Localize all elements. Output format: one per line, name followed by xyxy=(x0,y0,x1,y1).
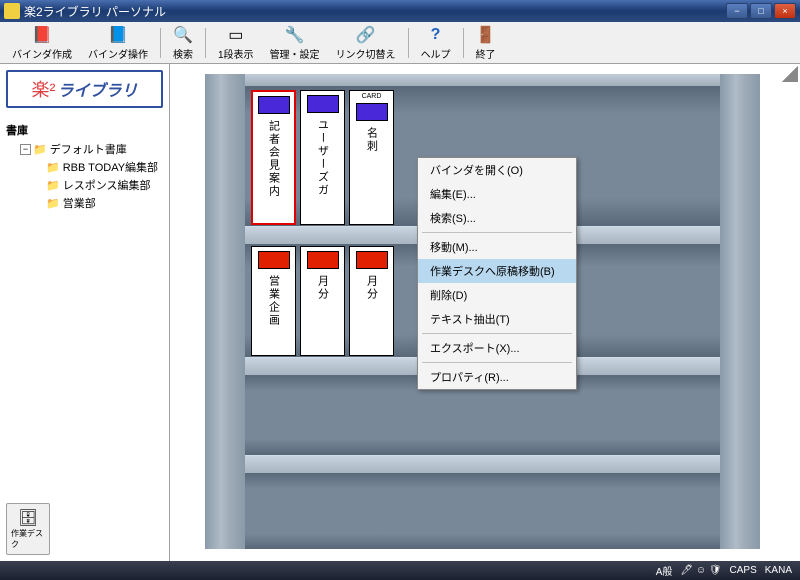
menu-move[interactable]: 移動(M)... xyxy=(418,235,576,259)
binder-r2-1[interactable]: 月分 xyxy=(300,246,345,356)
tree-header: 書庫 xyxy=(2,120,167,140)
sidebar: 楽² ライブラリ 書庫 − 📁 デフォルト書庫 📁RBB TODAY編集部 📁レ… xyxy=(0,64,170,561)
app-icon xyxy=(4,3,20,19)
ime-status[interactable]: A般 xyxy=(656,563,673,578)
binder-title: 記者会見案内 xyxy=(266,120,282,198)
toolbar-separator xyxy=(160,28,161,58)
binder-0[interactable]: 記者会見案内 xyxy=(251,90,296,225)
tree-leaf-2[interactable]: 📁営業部 xyxy=(2,194,167,212)
tree-leaf-0[interactable]: 📁RBB TODAY編集部 xyxy=(2,158,167,176)
menu-search[interactable]: 検索(S)... xyxy=(418,206,576,230)
binder-1[interactable]: ユーザーズガ xyxy=(300,90,345,225)
binder-colortab xyxy=(307,251,339,269)
shelf-area: 記者会見案内 ユーザーズガ CARD 名刺 営業企画 xyxy=(170,64,800,561)
help-button[interactable]: ?ヘルプ xyxy=(415,23,457,63)
shelf-back-4 xyxy=(245,473,720,549)
tree-root-label: デフォルト書庫 xyxy=(50,141,127,157)
link-button[interactable]: 🔗リンク切替え xyxy=(330,23,402,63)
create-icon: 📕 xyxy=(32,25,52,45)
binder-title: 月分 xyxy=(315,275,331,301)
operate-binder-button[interactable]: 📘バインダ操作 xyxy=(82,23,154,63)
binder-title: ユーザーズガ xyxy=(315,119,331,197)
toolbar-separator xyxy=(205,28,206,58)
window-titlebar: 楽2ライブラリ パーソナル − □ × xyxy=(0,0,800,22)
caps-status: CAPS xyxy=(730,565,757,576)
menu-movedesk[interactable]: 作業デスクへ原稿移動(B) xyxy=(418,259,576,283)
menu-separator xyxy=(422,362,572,363)
folder-icon: 📁 xyxy=(46,179,60,192)
binder-title: 月分 xyxy=(364,275,380,301)
taskbar: A般 🖊 ☺ 🛡 CAPS KANA xyxy=(0,561,800,580)
menu-separator xyxy=(422,232,572,233)
display-button[interactable]: ▭1段表示 xyxy=(212,23,260,63)
maximize-button[interactable]: □ xyxy=(750,3,772,19)
menu-delete[interactable]: 削除(D) xyxy=(418,283,576,307)
shelf-plate-3 xyxy=(245,455,720,473)
cabinet-side-right xyxy=(720,74,760,549)
menu-open[interactable]: バインダを開く(O) xyxy=(418,158,576,182)
kana-status: KANA xyxy=(765,565,792,576)
logo-star-icon: 楽² xyxy=(31,76,55,102)
menu-separator xyxy=(422,333,572,334)
minimize-button[interactable]: − xyxy=(726,3,748,19)
menu-extract[interactable]: テキスト抽出(T) xyxy=(418,307,576,331)
cabinet-top xyxy=(245,74,720,86)
tree-leaf-1[interactable]: 📁レスポンス編集部 xyxy=(2,176,167,194)
exit-icon: 🚪 xyxy=(476,25,496,45)
binder-r2-0[interactable]: 営業企画 xyxy=(251,246,296,356)
binder-colortab xyxy=(356,103,388,121)
collapse-icon[interactable]: − xyxy=(20,144,31,155)
binder-colortab xyxy=(307,95,339,113)
card-label: CARD xyxy=(362,93,382,100)
operate-icon: 📘 xyxy=(108,25,128,45)
exit-button[interactable]: 🚪終了 xyxy=(470,23,502,63)
desk-icon: 🗄 xyxy=(18,508,38,528)
search-button[interactable]: 🔍検索 xyxy=(167,23,199,63)
search-icon: 🔍 xyxy=(173,25,193,45)
folder-icon: 📁 xyxy=(46,161,60,174)
toolbar-separator xyxy=(408,28,409,58)
window-title: 楽2ライブラリ パーソナル xyxy=(24,3,724,20)
toolbar-separator xyxy=(463,28,464,58)
binder-title: 名刺 xyxy=(364,127,380,153)
binder-title: 営業企画 xyxy=(266,275,282,327)
binder-2[interactable]: CARD 名刺 xyxy=(349,90,394,225)
folder-icon: 📁 xyxy=(46,197,60,210)
menu-export[interactable]: エクスポート(X)... xyxy=(418,336,576,360)
binder-r2-2[interactable]: 月分 xyxy=(349,246,394,356)
toolbar: 📕バインダ作成 📘バインダ操作 🔍検索 ▭1段表示 🔧管理・設定 🔗リンク切替え… xyxy=(0,22,800,64)
folder-icon: 📁 xyxy=(33,143,47,156)
create-binder-button[interactable]: 📕バインダ作成 xyxy=(6,23,78,63)
menu-property[interactable]: プロパティ(R)... xyxy=(418,365,576,389)
display-icon: ▭ xyxy=(226,25,246,45)
cabinet-side-left xyxy=(205,74,245,549)
close-button[interactable]: × xyxy=(774,3,796,19)
app-logo: 楽² ライブラリ xyxy=(6,70,163,112)
settings-button[interactable]: 🔧管理・設定 xyxy=(264,23,326,63)
settings-icon: 🔧 xyxy=(285,25,305,45)
menu-edit[interactable]: 編集(E)... xyxy=(418,182,576,206)
folder-tree: 書庫 − 📁 デフォルト書庫 📁RBB TODAY編集部 📁レスポンス編集部 📁… xyxy=(0,118,169,497)
main-area: 楽² ライブラリ 書庫 − 📁 デフォルト書庫 📁RBB TODAY編集部 📁レ… xyxy=(0,64,800,561)
pagecurl-icon xyxy=(782,66,798,82)
help-icon: ? xyxy=(426,25,446,45)
link-icon: 🔗 xyxy=(356,25,376,45)
binder-colortab xyxy=(356,251,388,269)
logo-text: ライブラリ xyxy=(57,77,137,101)
context-menu: バインダを開く(O) 編集(E)... 検索(S)... 移動(M)... 作業… xyxy=(417,157,577,390)
workdesk-button[interactable]: 🗄 作業デスク xyxy=(6,503,50,555)
binder-colortab xyxy=(258,96,290,114)
desk-label: 作業デスク xyxy=(11,528,45,550)
tree-root[interactable]: − 📁 デフォルト書庫 xyxy=(2,140,167,158)
binder-colortab xyxy=(258,251,290,269)
